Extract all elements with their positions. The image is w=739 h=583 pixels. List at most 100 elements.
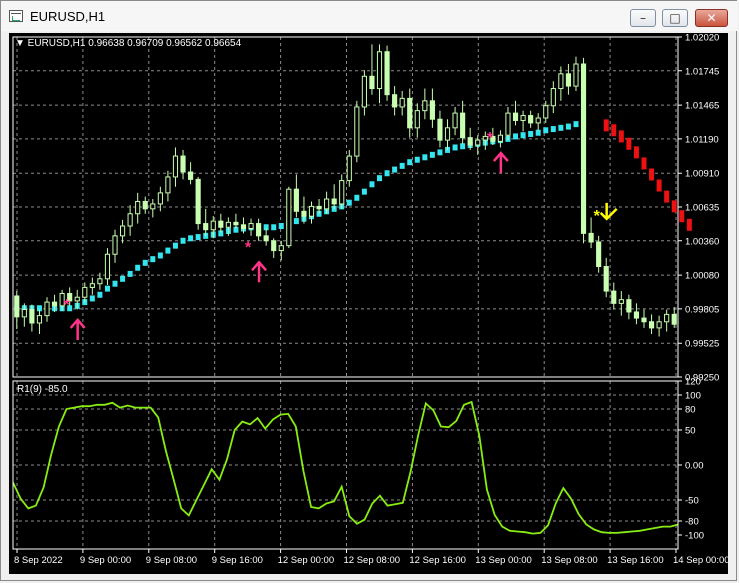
candle-body bbox=[573, 63, 579, 87]
candle-body bbox=[248, 223, 254, 229]
buy-arrow-marker bbox=[492, 151, 509, 174]
price-tick-label: 0.99525 bbox=[685, 339, 719, 350]
candle-body bbox=[293, 188, 299, 212]
candle-body bbox=[74, 296, 80, 302]
chart-area[interactable]: * * * * 1.02020 1.01745 1.01465 1.01190 1.00910… bbox=[9, 33, 730, 574]
resistance-dot bbox=[641, 157, 647, 170]
resistance-dot bbox=[671, 200, 677, 213]
osc-tick-label: 0.00 bbox=[685, 461, 704, 472]
candle-body bbox=[550, 88, 556, 107]
support-dot bbox=[278, 223, 284, 230]
candle-body bbox=[112, 235, 118, 255]
candle-body bbox=[165, 176, 171, 194]
candle-body bbox=[392, 94, 398, 108]
resistance-dot bbox=[626, 137, 632, 150]
title-bar[interactable]: EURUSD,H1 – □ ✕ bbox=[1, 1, 738, 31]
support-dot bbox=[565, 123, 571, 130]
osc-tick-label: -80 bbox=[685, 517, 699, 528]
osc-tick-label: 50 bbox=[685, 426, 696, 437]
support-dot bbox=[361, 188, 367, 195]
candle-body bbox=[535, 117, 541, 124]
osc-tick-label: 80 bbox=[685, 405, 696, 416]
candle-body bbox=[308, 205, 315, 217]
price-tick-label: 1.00635 bbox=[685, 203, 719, 214]
close-icon: ✕ bbox=[706, 11, 717, 25]
close-button[interactable]: ✕ bbox=[695, 9, 728, 27]
candle-body bbox=[240, 224, 247, 229]
support-dot bbox=[558, 124, 564, 131]
support-dot bbox=[346, 199, 352, 206]
candle-body bbox=[664, 313, 670, 323]
support-dot bbox=[112, 280, 118, 287]
support-dot bbox=[414, 156, 420, 163]
candle-body bbox=[188, 171, 194, 180]
support-dot bbox=[429, 151, 435, 158]
candle-body bbox=[648, 321, 655, 329]
candle-body bbox=[467, 137, 473, 146]
candle-body bbox=[339, 180, 345, 205]
candle-body bbox=[89, 283, 95, 288]
candle-body bbox=[565, 73, 572, 87]
support-dot bbox=[550, 126, 556, 133]
candle-body bbox=[210, 220, 216, 231]
candle-body bbox=[51, 301, 58, 307]
candle-body bbox=[195, 178, 201, 225]
time-tick-label: 9 Sep 16:00 bbox=[212, 555, 263, 566]
candle-body bbox=[271, 240, 277, 252]
candle-body bbox=[505, 112, 511, 136]
support-dot bbox=[127, 270, 133, 277]
candle-body bbox=[324, 198, 330, 210]
candle-body bbox=[497, 134, 503, 142]
maximize-icon: □ bbox=[669, 11, 681, 25]
support-dot bbox=[422, 154, 428, 161]
candle-body bbox=[97, 278, 103, 285]
price-tick-label: 1.02020 bbox=[685, 33, 719, 44]
support-dot bbox=[452, 144, 458, 151]
support-dot bbox=[384, 170, 390, 177]
maximize-button[interactable]: □ bbox=[662, 9, 688, 27]
support-dot bbox=[543, 127, 549, 134]
support-dot bbox=[97, 291, 103, 298]
candle-body bbox=[44, 301, 50, 317]
candle-body bbox=[528, 115, 534, 124]
support-dot bbox=[165, 247, 171, 254]
candle-body bbox=[580, 63, 587, 234]
candle-body bbox=[203, 223, 209, 231]
indicator-lines bbox=[14, 118, 692, 312]
candle-body bbox=[437, 118, 443, 141]
resistance-dot bbox=[633, 146, 639, 159]
minimize-button[interactable]: – bbox=[630, 9, 656, 27]
sell-arrow-marker bbox=[599, 202, 618, 221]
support-dot bbox=[120, 275, 126, 282]
main-pane-info: ▼ EURUSD,H1 0.96638 0.96709 0.96562 0.96… bbox=[15, 38, 242, 49]
candle-body bbox=[475, 139, 481, 146]
support-dot bbox=[150, 256, 156, 263]
candle-body bbox=[407, 97, 413, 129]
candle-body bbox=[460, 112, 466, 139]
candle-body bbox=[157, 192, 163, 205]
time-tick-label: 8 Sep 2022 bbox=[14, 555, 63, 566]
candle-body bbox=[218, 220, 224, 228]
price-tick-label: 1.01190 bbox=[685, 134, 719, 145]
support-dot bbox=[573, 121, 579, 128]
resistance-dot bbox=[611, 124, 617, 137]
osc-tick-label: -100 bbox=[685, 531, 704, 542]
candle-body bbox=[414, 110, 420, 129]
chart-window: EURUSD,H1 – □ ✕ * * * * 1.02020 1.01745 1.014… bbox=[0, 0, 738, 581]
candle-body bbox=[452, 112, 458, 129]
price-tick-label: 1.01465 bbox=[685, 101, 719, 112]
candle-body bbox=[14, 295, 20, 318]
candle-body bbox=[172, 155, 179, 178]
candle-body bbox=[618, 299, 624, 304]
minimize-icon: – bbox=[640, 11, 646, 25]
candle-body bbox=[82, 286, 88, 298]
support-dot bbox=[293, 218, 299, 225]
candle-body bbox=[603, 266, 609, 292]
candles bbox=[14, 44, 677, 337]
candle-body bbox=[641, 317, 647, 323]
support-dot bbox=[172, 242, 178, 249]
price-tick-label: 1.00910 bbox=[685, 169, 719, 180]
candle-body bbox=[142, 200, 148, 210]
support-dot bbox=[535, 129, 541, 136]
price-chart[interactable]: * * * * 1.02020 1.01745 1.01465 1.01190 1.00910… bbox=[9, 33, 730, 574]
